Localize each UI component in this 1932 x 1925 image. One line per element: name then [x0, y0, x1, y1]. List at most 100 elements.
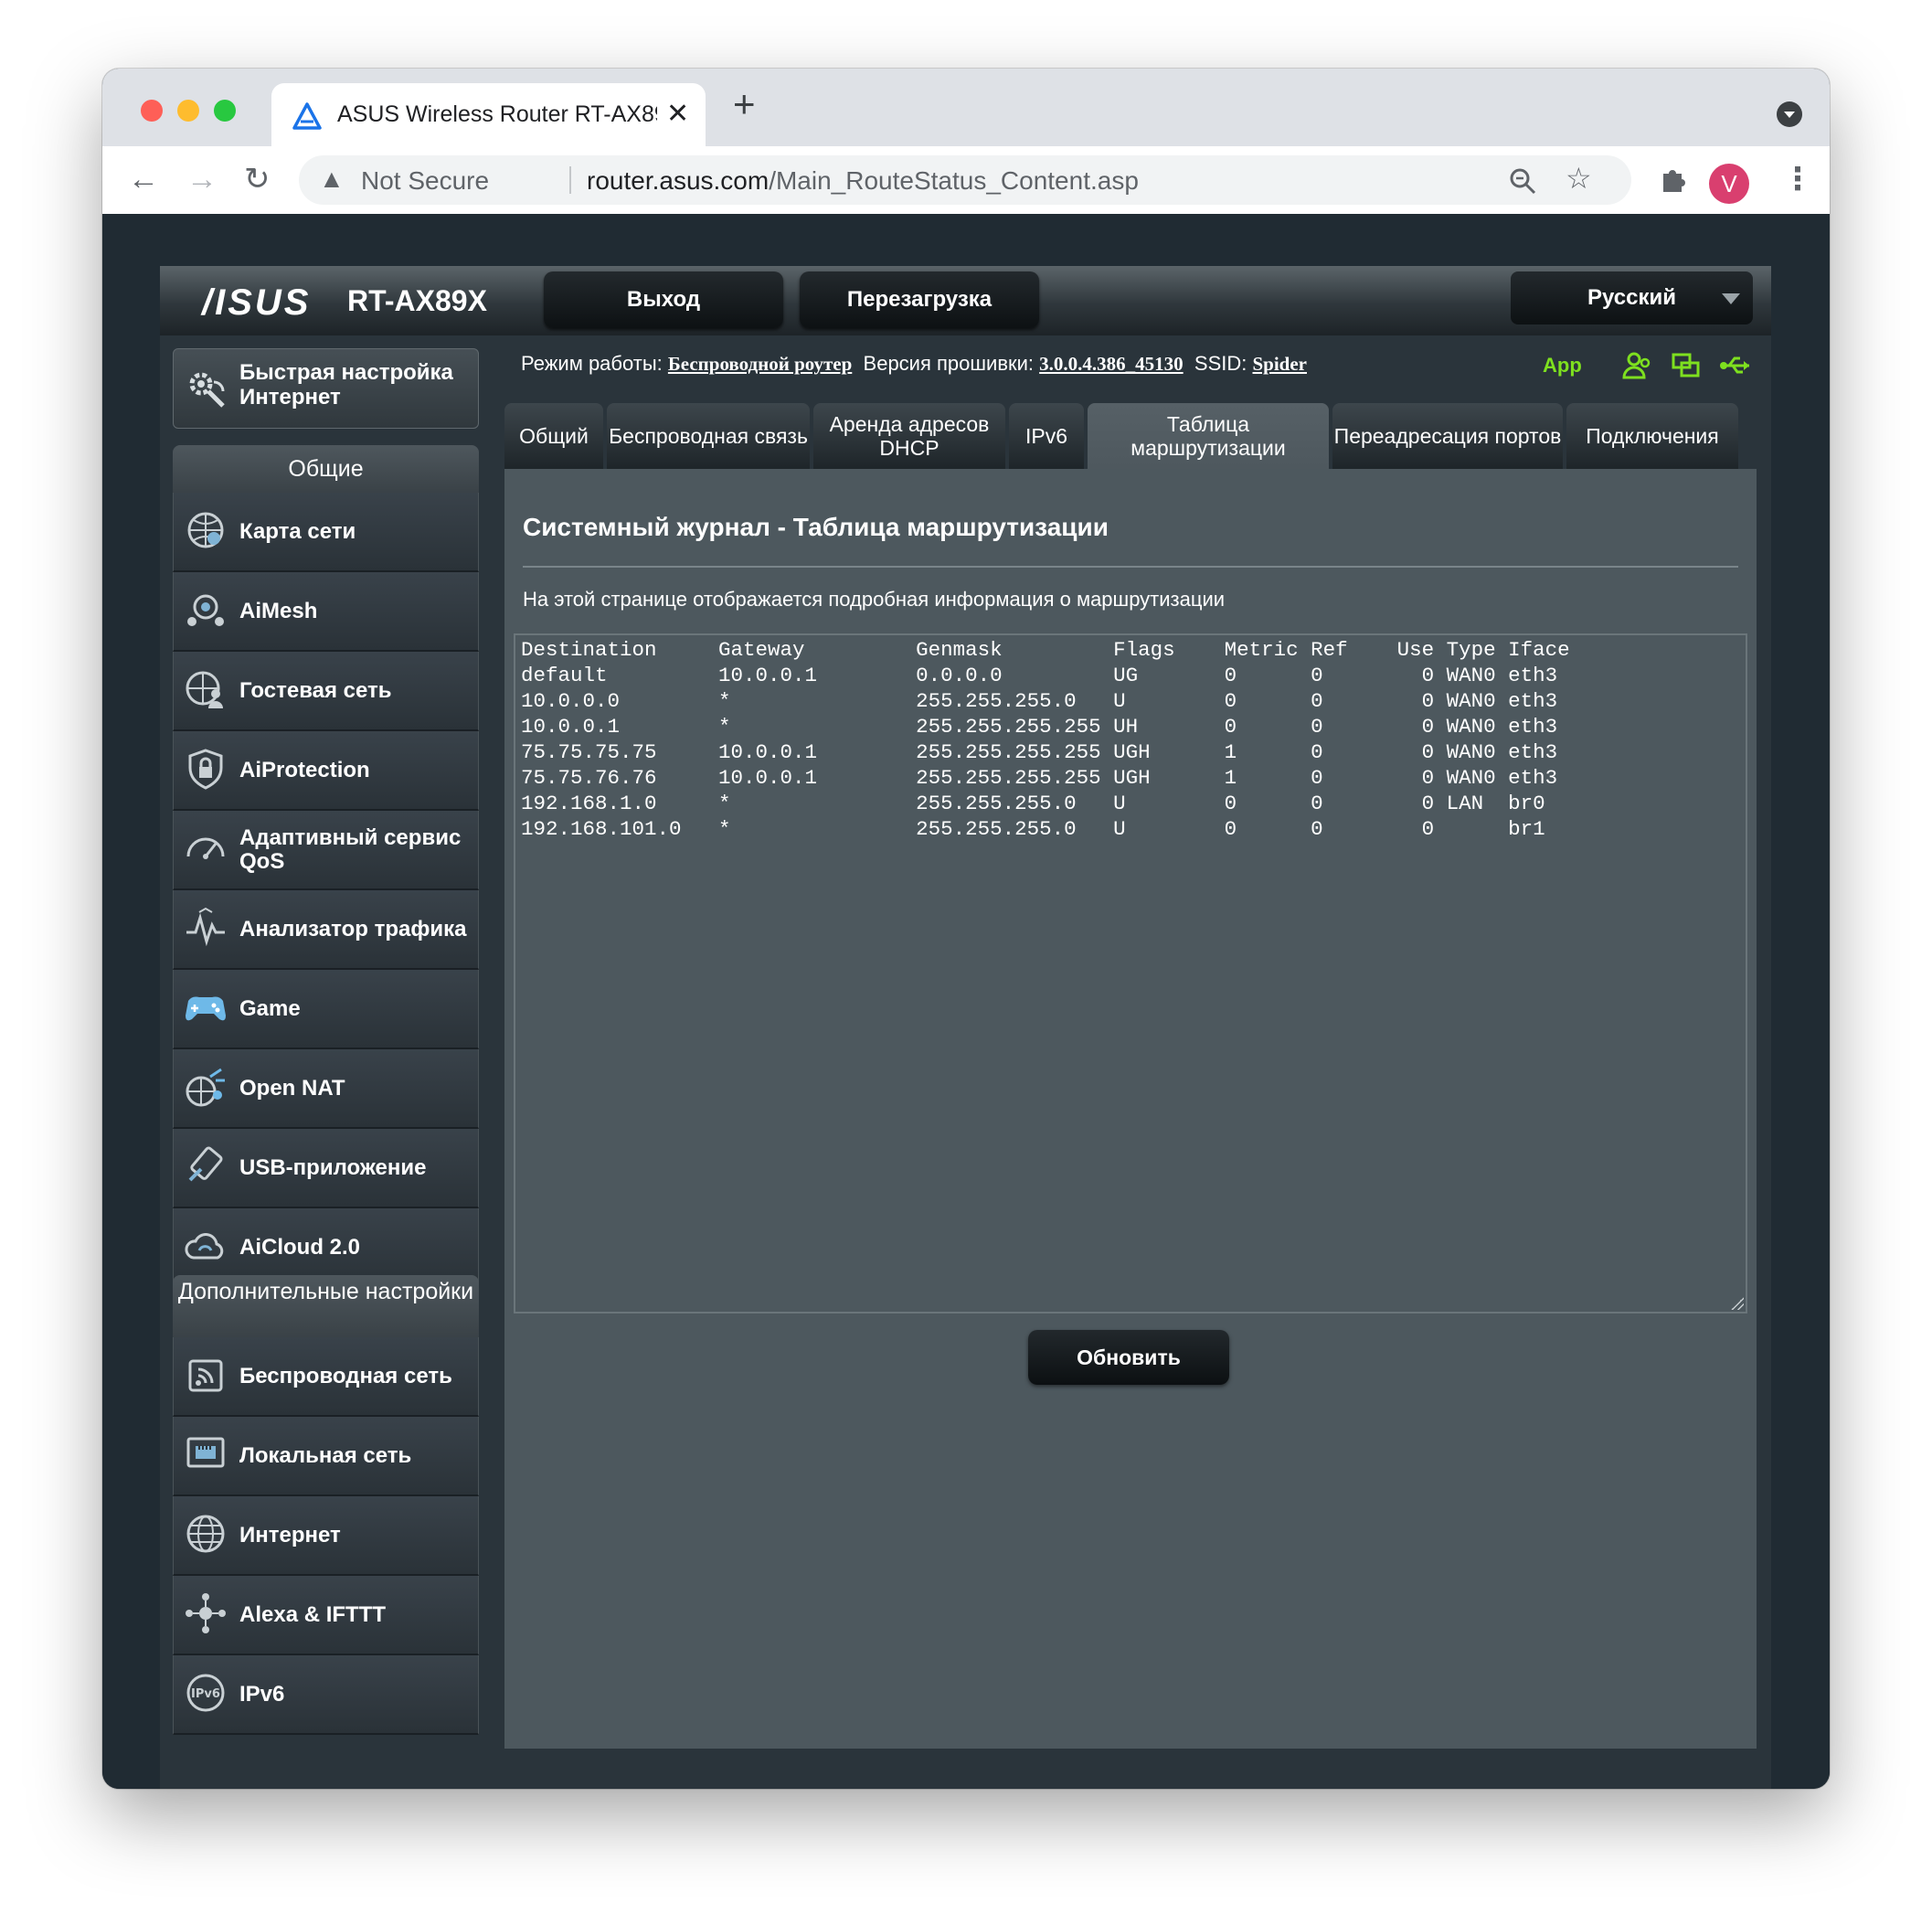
sidebar-item-label: Беспроводная сеть [239, 1363, 452, 1388]
back-icon[interactable]: ← [128, 159, 159, 199]
language-select[interactable]: Русский [1511, 271, 1753, 324]
ssid-label: SSID: [1194, 352, 1247, 375]
mode-link[interactable]: Беспроводной роутер [668, 353, 852, 375]
browser-menu-icon[interactable]: ⋮ [1782, 161, 1813, 197]
omnibox-separator [569, 166, 571, 194]
sidebar-item-label: Гостевая сеть [239, 677, 392, 703]
browser-tab[interactable]: ASUS Wireless Router RT-AX89X ✕ [271, 83, 706, 146]
sidebar-general-item-8[interactable]: USB-приложение [173, 1129, 479, 1208]
tab-wireless[interactable]: Беспроводная связь [607, 403, 810, 469]
open-nat-icon [186, 1068, 225, 1107]
advanced-menu: Беспроводная сеть Локальная сеть Интернет A… [173, 1337, 479, 1735]
general-menu: Карта сети AiMesh Гостевая сеть AiProtectio… [173, 493, 479, 1288]
maximize-window-button[interactable] [214, 100, 236, 122]
router-app: /ISUS RT-AX89X Выход Перезагрузка Русски… [160, 266, 1771, 1789]
ssid-link[interactable]: Spider [1252, 353, 1307, 375]
resize-handle[interactable] [1731, 1297, 1744, 1310]
browser-window: ASUS Wireless Router RT-AX89X ✕ + ← → ↻ … [102, 69, 1830, 1789]
browser-tabstrip: ASUS Wireless Router RT-AX89X ✕ + [102, 69, 1830, 146]
sidebar-item-label: Адаптивный сервис QoS [239, 824, 462, 874]
reboot-button[interactable]: Перезагрузка [800, 271, 1039, 328]
sidebar-item-label: Карта сети [239, 518, 356, 544]
sidebar-advanced-item-1[interactable]: Локальная сеть [173, 1417, 479, 1496]
clients-icon[interactable] [1621, 350, 1652, 381]
warning-icon[interactable]: ▲ [319, 165, 345, 194]
address-bar[interactable]: ▲ Not Secure router.asus.com/Main_RouteS… [299, 155, 1631, 205]
sidebar-general-item-2[interactable]: Гостевая сеть [173, 652, 479, 731]
wireless-icon [188, 1359, 223, 1392]
sidebar-general-item-5[interactable]: Анализатор трафика [173, 890, 479, 970]
sidebar-item-label: Game [239, 995, 301, 1021]
quick-setup-gear-icon [189, 372, 225, 408]
sidebar-advanced-item-2[interactable]: Интернет [173, 1496, 479, 1576]
quick-setup-button[interactable]: Быстрая настройка Интернет [173, 348, 479, 429]
extensions-puzzle-icon[interactable] [1658, 165, 1687, 194]
tab-routing-table[interactable]: Таблица маршрутизации [1088, 403, 1329, 469]
asus-favicon-icon [292, 102, 322, 130]
sidebar-general-item-6[interactable]: Game [173, 970, 479, 1049]
sidebar-item-label: Alexa & IFTTT [239, 1601, 387, 1627]
gamepad-icon [186, 996, 226, 1021]
sidebar-item-label: Анализатор трафика [239, 916, 467, 941]
new-tab-button[interactable]: + [733, 85, 756, 123]
logout-button[interactable]: Выход [544, 271, 783, 328]
advanced-section-title: Дополнительные настройки [173, 1275, 479, 1337]
sidebar-item-label: Локальная сеть [239, 1442, 412, 1468]
app-link[interactable]: App [1543, 354, 1582, 378]
forward-icon[interactable]: → [186, 159, 218, 199]
sidebar-general-item-3[interactable]: AiProtection [173, 731, 479, 811]
reload-icon[interactable]: ↻ [244, 159, 271, 199]
tab-connections[interactable]: Подключения [1566, 403, 1738, 469]
sidebar-item-label: Open NAT [239, 1075, 345, 1101]
sidebar-general-item-0[interactable]: Карта сети [173, 493, 479, 572]
sidebar-advanced-item-0[interactable]: Беспроводная сеть [173, 1337, 479, 1417]
title-divider [523, 566, 1738, 568]
mode-label: Режим работы: [521, 352, 663, 375]
router-page: /ISUS RT-AX89X Выход Перезагрузка Русски… [102, 214, 1830, 1789]
routing-table-textarea[interactable]: Destination Gateway Genmask Flags Metric… [514, 633, 1747, 1313]
refresh-button[interactable]: Обновить [1028, 1330, 1229, 1385]
sidebar-item-label: AiMesh [239, 598, 318, 623]
close-tab-icon[interactable]: ✕ [666, 98, 689, 130]
general-section-title: Общие [173, 445, 479, 493]
profile-avatar[interactable]: V [1709, 164, 1749, 204]
sidebar-general-item-4[interactable]: Адаптивный сервис QoS [173, 811, 479, 890]
sidebar-item-label: USB-приложение [239, 1154, 427, 1180]
not-secure-label[interactable]: Not Secure [361, 166, 489, 196]
network-map-icon [187, 512, 224, 548]
tab-general[interactable]: Общий [504, 403, 603, 469]
url-host: router.asus.com [587, 166, 770, 195]
network-devices-icon[interactable] [1671, 350, 1702, 381]
tab-port-forwarding[interactable]: Переадресация портов [1332, 403, 1563, 469]
zoom-icon[interactable] [1507, 165, 1538, 197]
minimize-window-button[interactable] [177, 100, 199, 122]
sidebar-item-label: IPv6 [239, 1681, 285, 1707]
sidebar-general-item-7[interactable]: Open NAT [173, 1049, 479, 1129]
tab-dhcp-leases[interactable]: Аренда адресов DHCP [813, 403, 1005, 469]
svg-text:IPv6: IPv6 [191, 1687, 220, 1701]
globe-icon [186, 1515, 225, 1553]
chevron-down-icon [1722, 293, 1740, 304]
url-path: /Main_RouteStatus_Content.asp [769, 166, 1139, 195]
status-bar: Режим работы: Беспроводной роутер Версия… [521, 352, 1307, 376]
shield-lock-icon [188, 749, 223, 790]
sidebar-advanced-item-4[interactable]: IPv6 IPv6 [173, 1655, 479, 1735]
usb-icon [188, 1146, 223, 1182]
alexa-icon [186, 1593, 226, 1633]
usb-status-icon[interactable] [1718, 350, 1755, 381]
speedometer-icon [186, 837, 225, 859]
browser-tab-title: ASUS Wireless Router RT-AX89X [337, 101, 657, 127]
quick-setup-label: Быстрая настройка Интернет [239, 360, 453, 409]
bookmark-star-icon[interactable]: ☆ [1566, 161, 1592, 196]
routing-table-text: Destination Gateway Genmask Flags Metric… [521, 638, 1570, 841]
tab-ipv6[interactable]: IPv6 [1009, 403, 1084, 469]
sidebar-item-label: AiProtection [239, 757, 370, 782]
aimesh-icon [187, 594, 224, 626]
tab-search-icon[interactable] [1777, 101, 1802, 127]
sidebar-advanced-item-3[interactable]: Alexa & IFTTT [173, 1576, 479, 1655]
firmware-link[interactable]: 3.0.0.4.386_45130 [1039, 353, 1184, 375]
close-window-button[interactable] [141, 100, 163, 122]
page-title: Системный журнал - Таблица маршрутизации [523, 513, 1109, 541]
url-text[interactable]: router.asus.com/Main_RouteStatus_Content… [587, 166, 1139, 196]
sidebar-general-item-1[interactable]: AiMesh [173, 572, 479, 652]
